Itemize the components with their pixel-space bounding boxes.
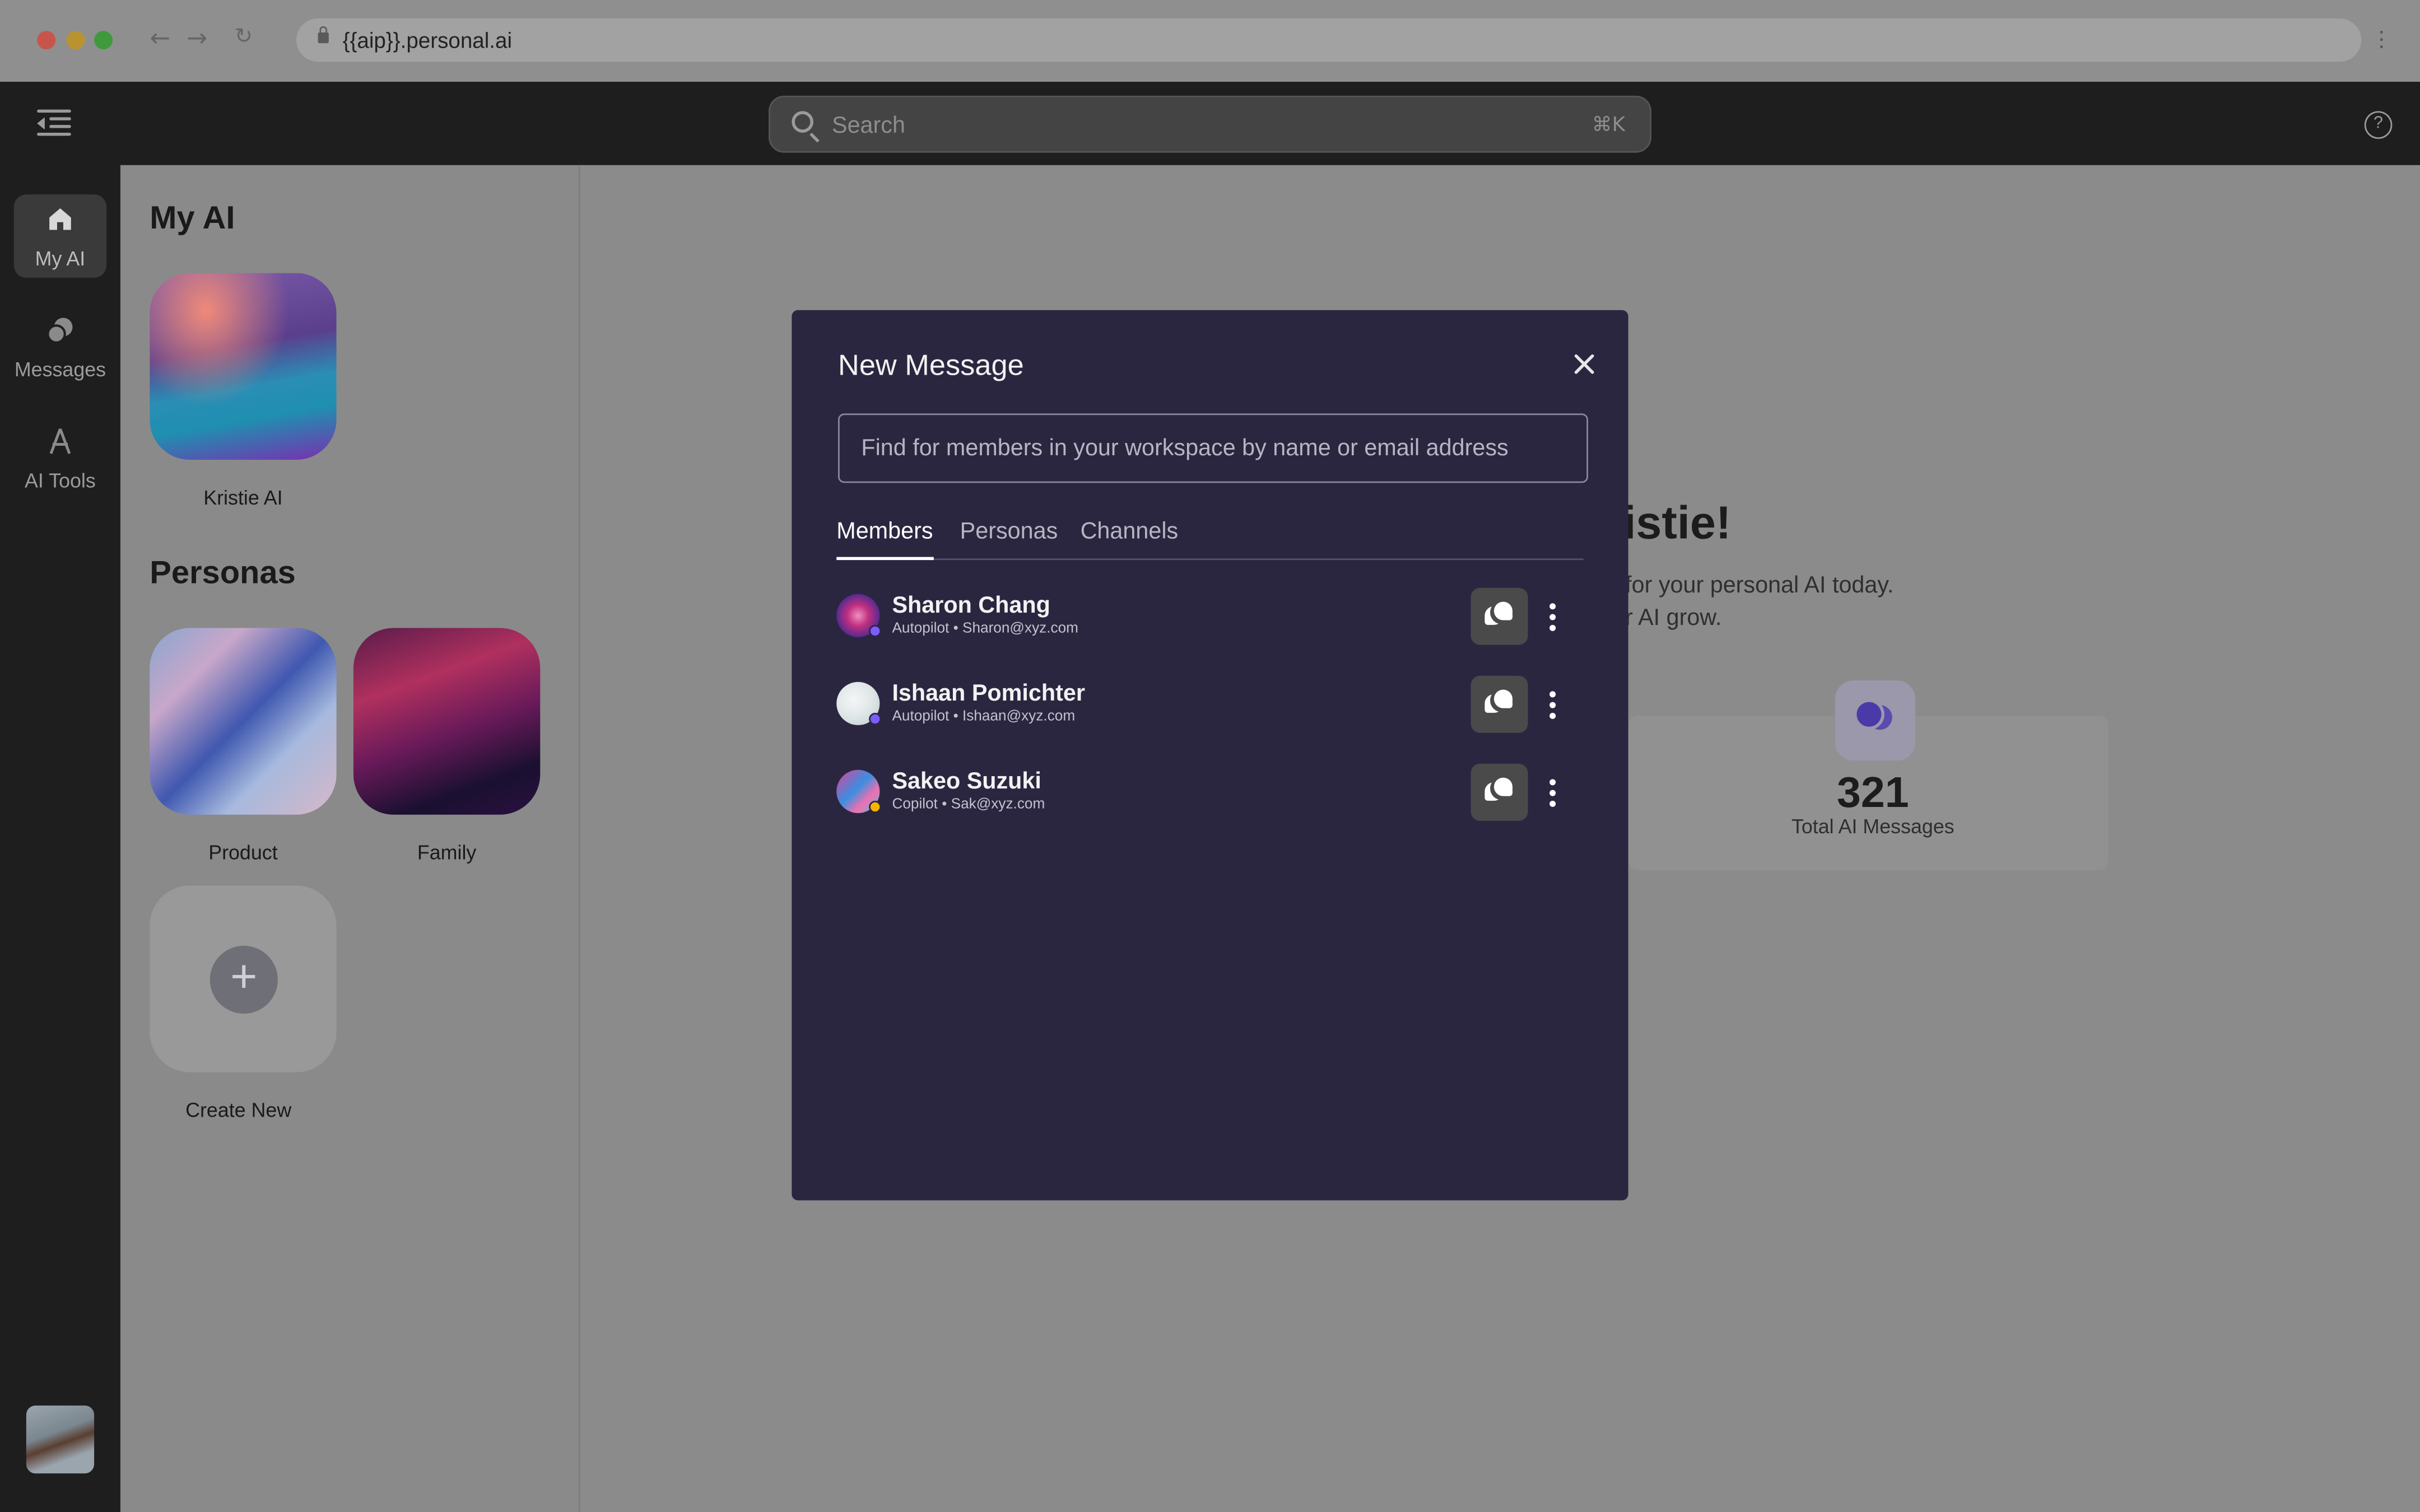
arrow-left-icon[interactable]: ← <box>150 23 170 52</box>
tab-members[interactable]: Members <box>836 519 933 561</box>
app-window: ← → ↻ {{aip}}.personal.ai ⋮ Search ⌘K ? <box>0 0 2420 1512</box>
search-icon <box>792 111 813 133</box>
close-icon[interactable] <box>1570 350 1598 378</box>
rail-item-ai-tools[interactable]: AI Tools <box>14 417 106 500</box>
browser-toolbar: ← → ↻ {{aip}}.personal.ai ⋮ <box>0 0 2420 82</box>
modal-tabs: Members Personas Channels <box>836 519 1584 561</box>
member-meta: Autopilot • Ishaan@xyz.com <box>892 708 1076 725</box>
plus-icon: + <box>210 945 278 1014</box>
nav-rail: My AI Messages AI Tools <box>0 165 120 1512</box>
more-options-icon[interactable] <box>1549 779 1556 807</box>
persona-tile-family[interactable] <box>353 628 541 815</box>
my-ai-tile[interactable] <box>150 273 337 460</box>
tab-personas[interactable]: Personas <box>960 519 1058 545</box>
minimize-window-icon[interactable] <box>66 31 85 50</box>
message-button[interactable] <box>1470 675 1528 733</box>
member-name: Sakeo Suzuki <box>892 768 1041 795</box>
personas-heading: Personas <box>150 555 296 591</box>
home-icon <box>49 208 71 230</box>
member-row[interactable]: Sakeo Suzuki Copilot • Sak@xyz.com <box>836 759 1586 827</box>
address-bar[interactable]: {{aip}}.personal.ai <box>296 18 2362 62</box>
arrow-right-icon[interactable]: → <box>187 23 207 52</box>
rail-item-label: AI Tools <box>25 469 96 492</box>
lock-icon <box>318 26 329 44</box>
member-meta: Autopilot • Sharon@xyz.com <box>892 620 1078 637</box>
persona-name: Family <box>417 841 477 864</box>
global-search[interactable]: Search ⌘K <box>769 95 1651 153</box>
message-button[interactable] <box>1470 763 1528 821</box>
member-meta: Copilot • Sak@xyz.com <box>892 796 1045 813</box>
my-ai-heading: My AI <box>150 200 235 236</box>
persona-tile-product[interactable] <box>150 628 337 815</box>
member-name: Sharon Chang <box>892 592 1050 619</box>
more-options-icon[interactable] <box>1549 691 1556 719</box>
rail-item-label: My AI <box>35 246 86 270</box>
member-row[interactable]: Sharon Chang Autopilot • Sharon@xyz.com <box>836 583 1586 651</box>
help-icon[interactable]: ? <box>2364 111 2393 139</box>
more-vertical-icon[interactable]: ⋮ <box>2371 28 2393 53</box>
collapse-sidebar-icon[interactable] <box>37 109 71 138</box>
member-name: Ishaan Pomichter <box>892 680 1085 707</box>
messages-icon <box>46 318 73 344</box>
new-message-modal: New Message Members Personas Channels Sh… <box>792 310 1628 1201</box>
status-dot <box>869 800 882 813</box>
url-text: {{aip}}.personal.ai <box>342 27 513 53</box>
search-placeholder: Search <box>831 113 905 139</box>
message-button[interactable] <box>1470 587 1528 645</box>
rail-item-my-ai[interactable]: My AI <box>13 194 107 278</box>
persona-name: Product <box>208 841 278 864</box>
more-options-icon[interactable] <box>1549 603 1556 631</box>
status-dot <box>869 624 882 637</box>
app-header: Search ⌘K ? <box>0 82 2420 165</box>
greeting-subtitle-line1: for your personal AI today. <box>1625 572 1894 599</box>
user-avatar[interactable] <box>26 1405 95 1474</box>
my-ai-name: Kristie AI <box>203 486 283 510</box>
status-dot <box>869 712 882 725</box>
modal-title: New Message <box>838 350 1024 383</box>
stat-label: Total AI Messages <box>1791 814 1954 838</box>
personas-panel: My AI Kristie AI Personas Product Family… <box>120 165 580 1512</box>
greeting-subtitle-line2: r AI grow. <box>1625 604 1722 631</box>
close-window-icon[interactable] <box>37 31 56 50</box>
member-search-input[interactable] <box>838 413 1588 483</box>
search-shortcut: ⌘K <box>1591 114 1626 138</box>
tab-channels[interactable]: Channels <box>1081 519 1179 545</box>
rail-item-label: Messages <box>14 358 106 381</box>
ai-tools-icon <box>49 428 71 454</box>
create-new-tile[interactable]: + <box>150 885 337 1072</box>
reload-icon[interactable]: ↻ <box>235 25 253 49</box>
rail-item-messages[interactable]: Messages <box>14 306 106 389</box>
maximize-window-icon[interactable] <box>94 31 113 50</box>
stat-value: 321 <box>1836 768 1909 816</box>
create-new-label: Create New <box>185 1098 292 1122</box>
member-row[interactable]: Ishaan Pomichter Autopilot • Ishaan@xyz.… <box>836 671 1586 739</box>
messages-stat-icon <box>1835 680 1916 761</box>
